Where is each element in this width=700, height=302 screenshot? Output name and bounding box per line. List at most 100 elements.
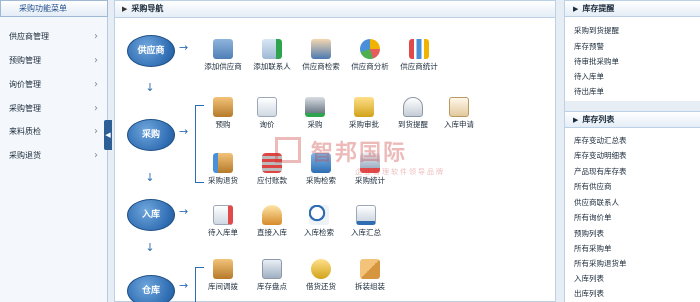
chevron-right-icon: › (94, 79, 98, 90)
nav-add-contact[interactable]: 添加联系人 (248, 39, 296, 71)
sidebar-item-inquiry[interactable]: 询价管理 › (0, 76, 104, 94)
nav-label: 询价 (259, 120, 275, 129)
box-transfer-icon (213, 259, 233, 279)
bar-chart-icon (409, 39, 429, 59)
stock-list-link[interactable]: 预购列表 (574, 228, 604, 240)
stock-list-link[interactable]: 所有供应商 (574, 181, 612, 193)
nav-pending-stockin[interactable]: 待入库单 (199, 205, 247, 237)
triangle-right-icon: ▶ (573, 5, 579, 13)
sidebar-item-label: 采购管理 (9, 104, 41, 113)
nav-label: 入库申请 (444, 120, 474, 129)
reminder-link[interactable]: 库存预警 (574, 41, 604, 53)
nav-stockin-summary[interactable]: 入库汇总 (342, 205, 390, 237)
nav-disassemble-assemble[interactable]: 拆装组装 (346, 259, 394, 291)
clock-document-icon (403, 97, 423, 117)
stage-stockin[interactable]: 入库 (127, 199, 175, 231)
nav-purchase[interactable]: 采购 (291, 97, 339, 129)
triangle-right-icon: ▶ (122, 5, 128, 13)
sidebar-item-purchase-return[interactable]: 采购退货 › (0, 147, 104, 165)
collapse-sidebar-handle[interactable]: ◀ (104, 120, 112, 150)
nav-label: 应付账款 (257, 176, 287, 185)
reminders-header: ▶ 库存提醒 (565, 0, 700, 17)
arrow-right-icon: → (179, 205, 189, 218)
nav-label: 入库检索 (304, 228, 334, 237)
sidebar-item-quality-check[interactable]: 来料质检 › (0, 123, 104, 141)
stock-list-link[interactable]: 产品现有库存表 (574, 166, 627, 178)
sidebar-item-label: 供应商管理 (9, 32, 49, 41)
return-box-icon (213, 153, 233, 173)
nav-label: 供应商统计 (400, 62, 438, 71)
nav-accounts-payable[interactable]: 应付账款 (248, 153, 296, 185)
stock-list-link[interactable]: 所有采购单 (574, 243, 612, 255)
nav-supplier-search[interactable]: 供应商检索 (297, 39, 345, 71)
chevron-right-icon: › (94, 55, 98, 66)
user-add-icon (213, 39, 233, 59)
nav-inventory-count[interactable]: 库存盘点 (248, 259, 296, 291)
nav-label: 供应商检索 (302, 62, 340, 71)
sidebar-item-supplier-management[interactable]: 供应商管理 › (0, 28, 104, 46)
app-root: 采购功能菜单 供应商管理 › 预购管理 › 询价管理 › 采购管理 › 来料质检… (0, 0, 700, 302)
reminder-link[interactable]: 采购到货提醒 (574, 25, 619, 37)
reminder-link[interactable]: 待审批采购单 (574, 56, 619, 68)
nav-label: 预购 (215, 120, 231, 129)
statistics-icon (360, 153, 380, 173)
chevron-right-icon: › (94, 103, 98, 114)
sidebar-item-purchase[interactable]: 采购管理 › (0, 100, 104, 118)
nav-stockin-search[interactable]: 入库检索 (295, 205, 343, 237)
nav-borrow-return[interactable]: 借货还货 (297, 259, 345, 291)
person-search-icon (311, 39, 331, 59)
triangle-right-icon: ▶ (573, 116, 579, 124)
nav-stockin-request[interactable]: 入库申请 (435, 97, 483, 129)
nav-purchase-approval[interactable]: 采购审批 (340, 97, 388, 129)
document-icon (257, 97, 277, 117)
stock-list-link[interactable]: 库存变动汇总表 (574, 135, 627, 147)
stage-purchase[interactable]: 采购 (127, 119, 175, 151)
inventory-count-icon (262, 259, 282, 279)
nav-transfer[interactable]: 库间调拨 (199, 259, 247, 291)
stock-list-link[interactable]: 所有采购退货单 (574, 258, 627, 270)
nav-arrival-reminder[interactable]: 到货提醒 (389, 97, 437, 129)
nav-label: 直接入库 (257, 228, 287, 237)
database-icon (262, 153, 282, 173)
nav-purchase-search[interactable]: 采购检索 (297, 153, 345, 185)
nav-supplier-statistics[interactable]: 供应商统计 (395, 39, 443, 71)
arrow-right-icon: → (179, 41, 189, 54)
stock-list-header: ▶ 库存列表 (565, 111, 700, 128)
sidebar-item-pre-purchase[interactable]: 预购管理 › (0, 52, 104, 70)
stock-list-link[interactable]: 库存变动明细表 (574, 150, 627, 162)
nav-inquiry[interactable]: 询价 (243, 97, 291, 129)
lock-icon (354, 97, 374, 117)
clipboard-icon (449, 97, 469, 117)
search-list-icon (311, 153, 331, 173)
panel-header: ▶ 采购导航 (115, 1, 555, 18)
stock-list-link[interactable]: 入库列表 (574, 273, 604, 285)
reminder-link[interactable]: 待入库单 (574, 71, 604, 83)
nav-label: 待入库单 (208, 228, 238, 237)
sidebar-item-label: 询价管理 (9, 80, 41, 89)
nav-pre-purchase[interactable]: 预购 (199, 97, 247, 129)
nav-supplier-analysis[interactable]: 供应商分析 (346, 39, 394, 71)
stock-list-link[interactable]: 所有询价单 (574, 212, 612, 224)
nav-label: 添加联系人 (253, 62, 291, 71)
nav-label: 采购审批 (349, 120, 379, 129)
nav-direct-stockin[interactable]: 直接入库 (248, 205, 296, 237)
arrow-down-icon: ↓ (145, 171, 155, 184)
nav-add-supplier[interactable]: 添加供应商 (199, 39, 247, 71)
nav-purchase-statistics[interactable]: 采购统计 (346, 153, 394, 185)
stock-list-link[interactable]: 出库列表 (574, 288, 604, 300)
nav-purchase-return[interactable]: 采购退货 (199, 153, 247, 185)
nav-label: 采购统计 (355, 176, 385, 185)
sidebar-item-label: 预购管理 (9, 56, 41, 65)
stock-list-link[interactable]: 供应商联系人 (574, 197, 619, 209)
coins-icon (311, 259, 331, 279)
shopping-cart-icon (305, 97, 325, 117)
nav-label: 借货还货 (306, 282, 336, 291)
stage-warehouse[interactable]: 仓库 (127, 275, 175, 302)
nav-label: 采购退货 (208, 176, 238, 185)
sidebar-item-label: 采购退货 (9, 151, 41, 160)
nav-label: 供应商分析 (351, 62, 389, 71)
reminder-link[interactable]: 待出库单 (574, 86, 604, 98)
nav-label: 拆装组装 (355, 282, 385, 291)
stage-supplier[interactable]: 供应商 (127, 35, 175, 67)
panel-title: 采购导航 (131, 4, 164, 13)
